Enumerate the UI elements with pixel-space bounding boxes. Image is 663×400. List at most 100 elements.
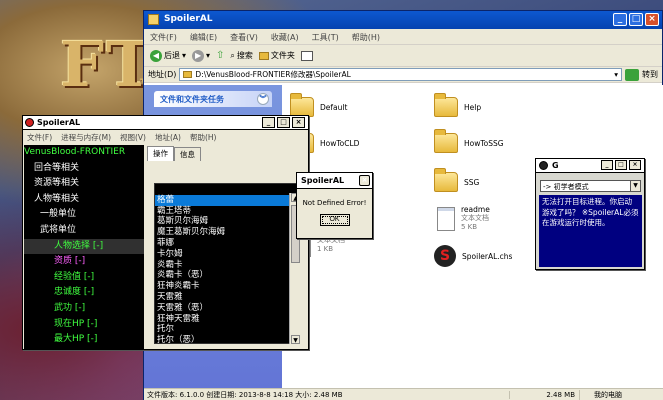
- minimize-button[interactable]: _: [262, 117, 275, 128]
- search-button[interactable]: ⌕ 搜索: [230, 50, 252, 61]
- tree-item[interactable]: 武将单位: [24, 223, 144, 239]
- list-item[interactable]: 狂神天雷雅: [155, 314, 296, 325]
- tree-item[interactable]: 一般单位: [24, 207, 144, 223]
- app-icon: [539, 161, 548, 170]
- file-folder-tasks-header[interactable]: 文件和文件夹任务 ︾: [154, 91, 272, 107]
- explorer-toolbar: ◀ 后退 ▾ ▶ ▾ ⇧ ⌕ 搜索 文件夹: [144, 45, 662, 67]
- file-item-howtocld[interactable]: HowToCLD: [290, 129, 420, 153]
- minimize-button[interactable]: _: [613, 13, 627, 26]
- error-message: Not Defined Error!: [302, 199, 367, 207]
- explorer-titlebar[interactable]: SpoilerAL _ □ ×: [144, 11, 662, 29]
- scroll-down-icon[interactable]: ▼: [291, 335, 300, 344]
- menu-help[interactable]: 帮助(H): [190, 132, 217, 142]
- maximize-button[interactable]: □: [615, 160, 627, 170]
- explorer-statusbar: 文件版本: 6.1.0.0 创建日期: 2013-8-8 14:18 大小: 2…: [144, 388, 663, 400]
- tree-item[interactable]: 忠诚度 [-]: [24, 285, 144, 301]
- up-folder-icon[interactable]: ⇧: [216, 50, 224, 61]
- tree-item[interactable]: 经验值 [-]: [24, 270, 144, 286]
- list-item[interactable]: 托尔: [155, 324, 296, 335]
- close-button[interactable]: ×: [629, 160, 641, 170]
- close-button[interactable]: ×: [359, 175, 370, 186]
- panel-tabs: 操作 信息: [147, 146, 201, 161]
- list-item[interactable]: 菲娜: [155, 238, 296, 249]
- status-location: 我的电脑: [579, 390, 663, 400]
- menu-view[interactable]: 查看(V): [230, 32, 258, 42]
- status-info: 文件版本: 6.1.0.0 创建日期: 2013-8-8 14:18 大小: 2…: [147, 391, 343, 399]
- address-label: 地址(D): [148, 70, 177, 79]
- tree-item[interactable]: VenusBlood-FRONTIER: [24, 145, 144, 161]
- folder-icon: [434, 129, 458, 153]
- back-button[interactable]: ◀ 后退 ▾: [150, 49, 187, 62]
- chevron-down-icon[interactable]: ▼: [630, 181, 640, 191]
- file-item-default[interactable]: Default: [290, 93, 420, 117]
- minimize-button[interactable]: _: [601, 160, 613, 170]
- list-item[interactable]: 托尔（恶）: [155, 335, 296, 343]
- forward-button[interactable]: ▶ ▾: [192, 49, 210, 62]
- menu-favorites[interactable]: 收藏(A): [271, 32, 299, 42]
- tree-item[interactable]: 武功 [-]: [24, 301, 144, 317]
- list-item[interactable]: 炎霸卡（恶）: [155, 270, 296, 281]
- file-item-help[interactable]: Help: [434, 93, 564, 117]
- menu-view[interactable]: 视图(V): [120, 132, 146, 142]
- chevron-down-icon: ▾: [182, 51, 187, 60]
- menu-file[interactable]: 文件(F): [27, 132, 52, 142]
- expand-chevron-icon[interactable]: ︾: [257, 93, 269, 105]
- help-message: 无法打开目标进程。你启动游戏了吗？ ※SpoilerAL必须在游戏运行时使用。: [539, 195, 642, 267]
- menu-help[interactable]: 帮助(H): [352, 32, 380, 42]
- help-window: G _ □ × -> 初学者模式 ▼ 无法打开目标进程。你启动游戏了吗？ ※Sp…: [535, 158, 645, 270]
- list-item[interactable]: 霸王塔蒂: [155, 206, 296, 217]
- close-button[interactable]: ×: [645, 13, 659, 26]
- tree-item[interactable]: 现在HP [-]: [24, 317, 144, 333]
- address-input[interactable]: D:\VenusBlood-FRONTIER修改器\SpoilerAL ▾: [179, 68, 622, 81]
- spoileral-titlebar[interactable]: SpoilerAL _ □ ×: [23, 116, 308, 130]
- spoileral-app-icon: S: [434, 245, 456, 267]
- maximize-button[interactable]: □: [629, 13, 643, 26]
- close-button[interactable]: ×: [292, 117, 305, 128]
- menu-tools[interactable]: 工具(T): [312, 32, 339, 42]
- list-item[interactable]: 卡尔姆: [155, 249, 296, 260]
- chevron-down-icon[interactable]: ▾: [614, 70, 618, 79]
- folder-icon: [434, 93, 458, 117]
- folder-icon: [290, 93, 314, 117]
- list-item[interactable]: 天雷雅（恶）: [155, 303, 296, 314]
- list-item[interactable]: 魔王葛斯贝尔海姆: [155, 227, 296, 238]
- folder-icon: [434, 168, 458, 192]
- menu-file[interactable]: 文件(F): [150, 32, 177, 42]
- menu-edit[interactable]: 编辑(E): [190, 32, 217, 42]
- back-arrow-icon: ◀: [150, 49, 162, 62]
- spoileral-app-icon: [25, 118, 34, 127]
- go-arrow-icon[interactable]: [625, 68, 639, 81]
- list-item[interactable]: 天雷雅: [155, 292, 296, 303]
- error-titlebar[interactable]: SpoilerAL ×: [297, 173, 372, 189]
- tree-item[interactable]: 人物等相关: [24, 192, 144, 208]
- folders-button[interactable]: 文件夹: [258, 50, 295, 61]
- tab-operation[interactable]: 操作: [147, 146, 174, 161]
- text-document-icon: [437, 206, 455, 231]
- error-dialog: SpoilerAL × Not Defined Error! OK: [296, 172, 373, 239]
- list-item[interactable]: 格蕾: [155, 194, 296, 206]
- spoileral-window: SpoilerAL _ □ × 文件(F) 进程与内存(M) 视图(V) 地址(…: [22, 115, 309, 350]
- tree-item[interactable]: 资源等相关: [24, 176, 144, 192]
- tree-item[interactable]: 资质 [-]: [24, 254, 144, 270]
- character-list[interactable]: 格蕾 霸王塔蒂 葛斯贝尔海姆 魔王葛斯贝尔海姆 菲娜 卡尔姆 炎霸卡 炎霸卡（恶） 狂神炎霸卡天…: [154, 183, 297, 344]
- folder-icon: [183, 71, 193, 78]
- tree-item[interactable]: 回合等相关: [24, 161, 144, 177]
- tree-item[interactable]: 最大HP [-]: [24, 332, 144, 348]
- go-button[interactable]: 转到: [642, 69, 658, 80]
- help-titlebar[interactable]: G _ □ ×: [536, 159, 644, 173]
- cheat-tree[interactable]: VenusBlood-FRONTIER 回合等相关 资源等相关 人物等相关 一般单位 武将…: [24, 145, 144, 350]
- view-mode-icon[interactable]: [300, 50, 313, 61]
- ok-button[interactable]: OK: [319, 214, 350, 226]
- list-item[interactable]: 狂神炎霸卡: [155, 281, 296, 292]
- file-item-howtossg[interactable]: HowToSSG: [434, 129, 564, 153]
- maximize-button[interactable]: □: [277, 117, 290, 128]
- tree-item[interactable]: 人物选择 [-]: [24, 238, 144, 255]
- search-icon: ⌕: [230, 50, 235, 60]
- tab-info[interactable]: 信息: [174, 147, 201, 161]
- mode-select[interactable]: -> 初学者模式 ▼: [540, 180, 641, 192]
- menu-address[interactable]: 地址(A): [155, 132, 181, 142]
- list-item[interactable]: 炎霸卡: [155, 260, 296, 271]
- list-item[interactable]: 葛斯贝尔海姆: [155, 216, 296, 227]
- menu-process-memory[interactable]: 进程与内存(M): [61, 132, 111, 142]
